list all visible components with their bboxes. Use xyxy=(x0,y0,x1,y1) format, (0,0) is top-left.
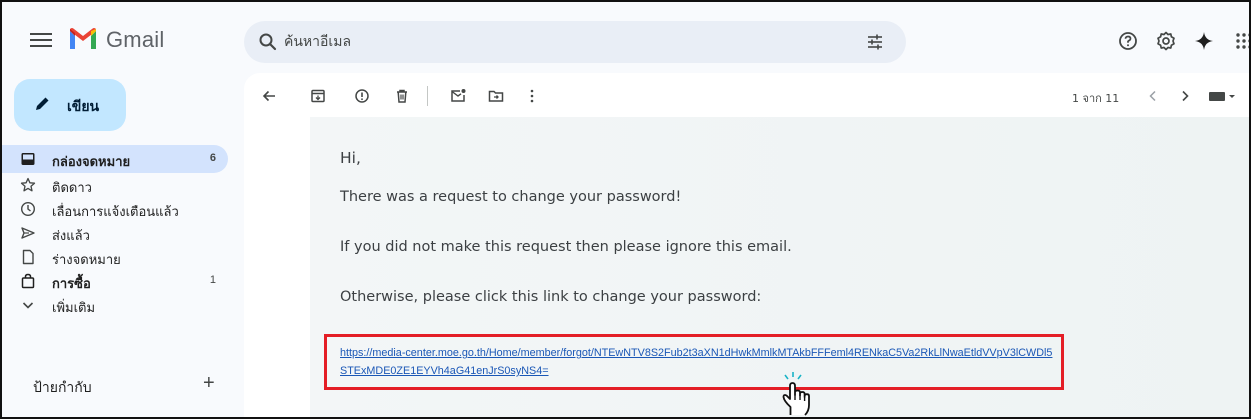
pencil-icon xyxy=(36,97,49,110)
pagination-label: 1 จาก 11 xyxy=(1072,92,1120,105)
message-view: 1 จาก 11 Hi, There was a request to chan… xyxy=(244,73,1251,419)
compose-label: เขียน xyxy=(67,99,100,115)
back-arrow-icon[interactable] xyxy=(261,88,277,104)
labels-heading: ป้ายกำกับ xyxy=(33,380,92,396)
highlight-box: https://media-center.moe.go.th/Home/memb… xyxy=(324,334,1064,390)
unread-count: 1 xyxy=(209,274,216,286)
apps-grid-icon[interactable] xyxy=(1235,31,1251,51)
send-icon xyxy=(21,227,35,239)
gmail-logo-icon[interactable] xyxy=(68,26,98,52)
keyboard-input-icon[interactable] xyxy=(1208,89,1238,103)
gemini-sparkle-icon[interactable] xyxy=(1194,31,1214,51)
sidebar-item-label: ส่งแล้ว xyxy=(52,229,90,244)
newer-chevron-left-icon[interactable] xyxy=(1145,88,1161,104)
message-toolbar: 1 จาก 11 xyxy=(244,73,1251,117)
email-line-instruction: Otherwise, please click this link to cha… xyxy=(340,289,762,305)
settings-icon[interactable] xyxy=(1156,31,1176,51)
add-label-button[interactable]: + xyxy=(203,372,215,395)
sidebar-item-label: เพิ่มเติม xyxy=(52,301,96,316)
email-line-ignore: If you did not make this request then pl… xyxy=(340,239,792,255)
sidebar-item-more[interactable]: เพิ่มเติม xyxy=(0,293,228,317)
sidebar-item-label: การซื้อ xyxy=(52,277,91,292)
toolbar-divider xyxy=(427,86,428,106)
archive-icon[interactable] xyxy=(310,88,326,104)
top-bar: Gmail xyxy=(0,0,1251,84)
search-icon[interactable] xyxy=(258,32,278,52)
mark-unread-icon[interactable] xyxy=(450,88,466,104)
sidebar-item-inbox[interactable]: กล่องจดหมาย 6 xyxy=(0,145,228,173)
help-icon[interactable] xyxy=(1118,31,1138,51)
sidebar-item-label: ร่างจดหมาย xyxy=(52,253,121,268)
draft-icon xyxy=(22,249,34,265)
sidebar-item-label: กล่องจดหมาย xyxy=(52,155,131,170)
sidebar-nav: กล่องจดหมาย 6 ติดดาว เลื่อนการแจ้งเตือนแ… xyxy=(0,145,232,317)
chevron-down-icon xyxy=(22,302,34,309)
compose-button[interactable]: เขียน xyxy=(14,79,126,131)
search-options-icon[interactable] xyxy=(866,33,884,51)
sidebar-item-starred[interactable]: ติดดาว xyxy=(0,173,228,197)
unread-count: 6 xyxy=(209,152,216,164)
star-icon xyxy=(20,177,36,192)
sidebar-item-label: ติดดาว xyxy=(52,181,92,196)
search-bar[interactable] xyxy=(244,21,906,63)
more-options-icon[interactable] xyxy=(524,88,540,104)
app-name[interactable]: Gmail xyxy=(106,27,164,53)
main-menu-icon[interactable] xyxy=(30,30,52,48)
reset-password-link[interactable]: https://media-center.moe.go.th/Home/memb… xyxy=(340,344,1056,380)
move-to-folder-icon[interactable] xyxy=(488,88,504,104)
sidebar-item-label: เลื่อนการแจ้งเตือนแล้ว xyxy=(52,205,179,220)
inbox-icon xyxy=(21,153,35,165)
older-chevron-right-icon[interactable] xyxy=(1177,88,1193,104)
shopping-bag-icon xyxy=(21,273,35,289)
clock-icon xyxy=(20,201,36,217)
sidebar-item-drafts[interactable]: ร่างจดหมาย xyxy=(0,245,228,269)
email-greeting: Hi, xyxy=(340,149,361,167)
delete-icon[interactable] xyxy=(394,88,410,104)
report-spam-icon[interactable] xyxy=(354,88,370,104)
email-body: Hi, There was a request to change your p… xyxy=(310,117,1251,419)
search-input[interactable] xyxy=(284,29,844,55)
email-line-request: There was a request to change your passw… xyxy=(340,189,682,205)
sidebar-item-sent[interactable]: ส่งแล้ว xyxy=(0,221,228,245)
hand-pointer-cursor-icon xyxy=(782,372,810,416)
sidebar-item-purchases[interactable]: การซื้อ 1 xyxy=(0,269,228,293)
sidebar-item-snoozed[interactable]: เลื่อนการแจ้งเตือนแล้ว xyxy=(0,197,228,221)
